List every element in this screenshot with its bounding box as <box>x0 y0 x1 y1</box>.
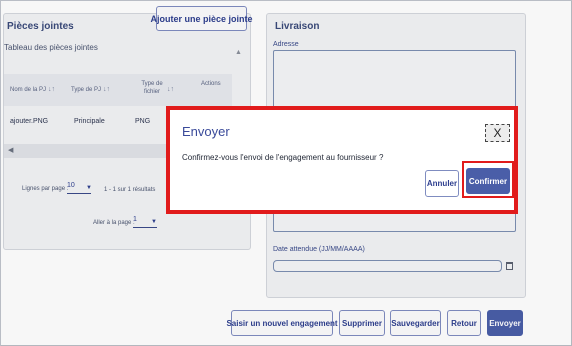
app-window: Pièces jointes Ajouter une pièce jointe … <box>0 0 572 346</box>
confirm-send-dialog: Envoyer X Confirmez-vous l'envoi de l'en… <box>166 106 518 214</box>
confirm-button[interactable]: Confirmer <box>466 168 510 194</box>
dialog-title: Envoyer <box>182 124 230 139</box>
dialog-message: Confirmez-vous l'envoi de l'engagement a… <box>182 153 384 162</box>
cancel-button[interactable]: Annuler <box>425 170 459 197</box>
close-icon[interactable]: X <box>485 124 510 142</box>
